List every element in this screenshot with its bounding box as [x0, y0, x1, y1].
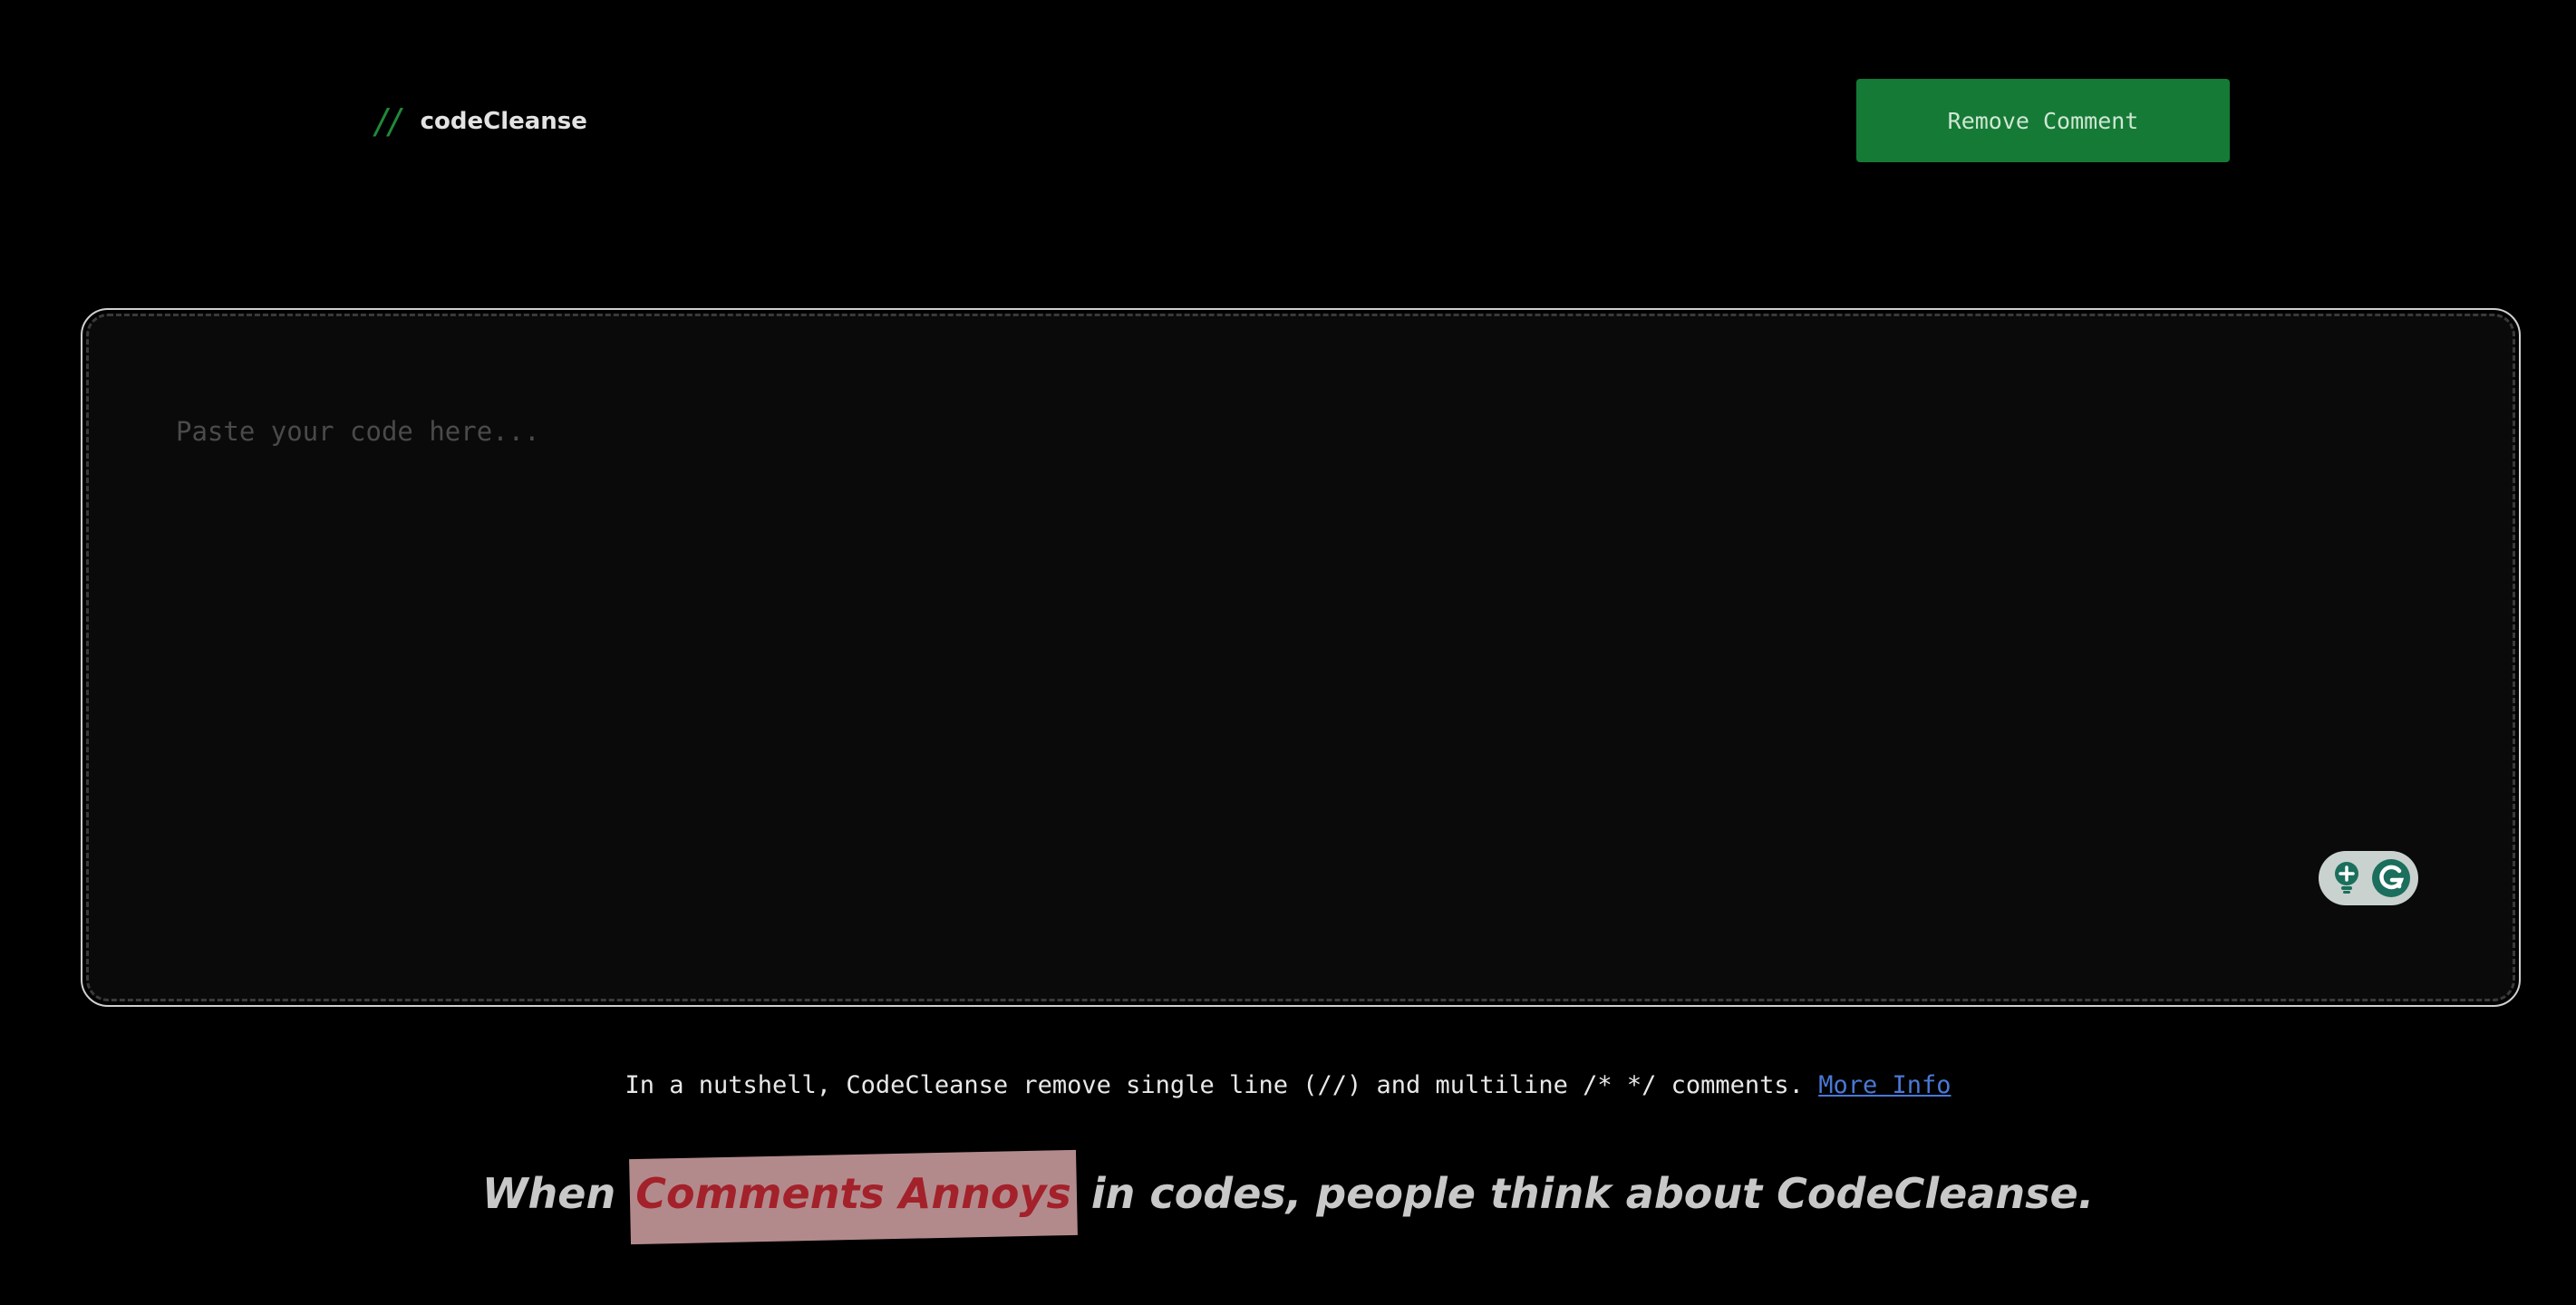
- info-description: In a nutshell, CodeCleanse remove single…: [625, 1071, 1804, 1099]
- tagline-before: When: [481, 1169, 616, 1218]
- tagline-after: in codes, people think about CodeCleanse…: [1090, 1169, 2095, 1218]
- more-info-link[interactable]: More Info: [1818, 1071, 1951, 1099]
- grammarly-widget[interactable]: [2319, 851, 2418, 905]
- grammarly-g-icon[interactable]: [2371, 858, 2411, 898]
- tagline-highlight: Comments Annoys: [630, 1169, 1077, 1218]
- info-text: In a nutshell, CodeCleanse remove single…: [0, 1071, 2576, 1099]
- double-slash-icon: //: [375, 102, 402, 141]
- app-name: codeCleanse: [420, 108, 587, 135]
- tagline: When Comments Annoys in codes, people th…: [0, 1169, 2576, 1218]
- code-editor-container: [81, 308, 2521, 1007]
- code-input[interactable]: [86, 314, 2515, 1001]
- remove-comment-button[interactable]: Remove Comment: [1856, 79, 2230, 162]
- grammarly-bulb-icon[interactable]: [2327, 858, 2367, 898]
- app-logo[interactable]: // codeCleanse: [375, 98, 587, 145]
